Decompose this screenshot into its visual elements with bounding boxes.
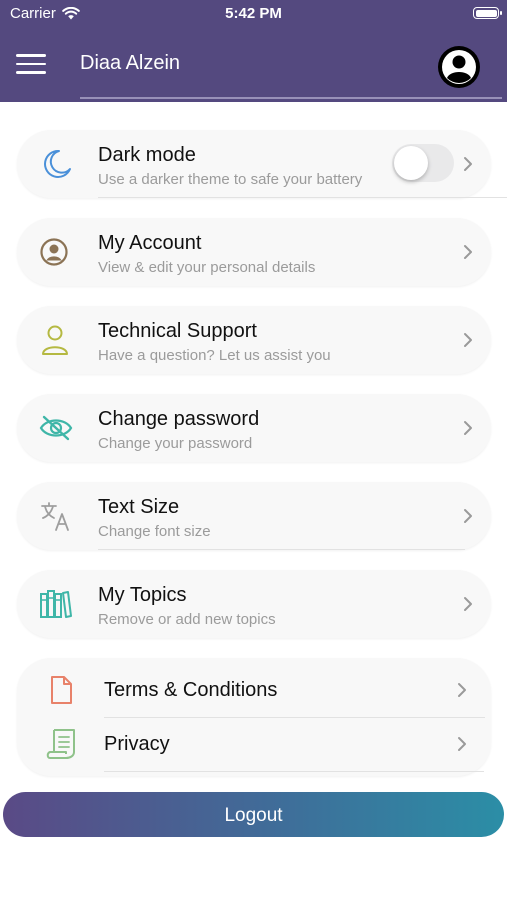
- profile-avatar-icon[interactable]: [437, 45, 481, 89]
- setting-my-topics[interactable]: My Topics Remove or add new topics: [17, 570, 491, 638]
- chevron-right-icon: [464, 597, 472, 611]
- setting-dark-mode[interactable]: Dark mode Use a darker theme to safe you…: [17, 130, 507, 198]
- status-time: 5:42 PM: [225, 5, 282, 22]
- chevron-right-icon: [458, 683, 466, 697]
- app-header: Carrier 5:42 PM Diaa Alzein: [0, 0, 507, 102]
- setting-title: My Account: [98, 232, 202, 254]
- translate-icon: [41, 502, 69, 531]
- divider: [104, 771, 484, 772]
- legal-group: Terms & Conditions Privacy: [17, 658, 491, 776]
- legal-title: Terms & Conditions: [104, 679, 278, 701]
- setting-subtitle: Remove or add new topics: [98, 611, 276, 628]
- chevron-right-icon: [464, 245, 472, 259]
- legal-title: Privacy: [104, 733, 170, 755]
- hamburger-menu-icon[interactable]: [16, 54, 46, 76]
- setting-subtitle: View & edit your personal details: [98, 259, 316, 276]
- chevron-right-icon: [464, 157, 472, 171]
- chevron-right-icon: [464, 421, 472, 435]
- setting-title: Change password: [98, 408, 260, 430]
- document-icon: [51, 676, 72, 704]
- setting-my-account[interactable]: My Account View & edit your personal det…: [17, 218, 491, 286]
- chevron-right-icon: [458, 737, 466, 751]
- setting-title: Text Size: [98, 496, 180, 518]
- battery-icon: [473, 7, 502, 19]
- status-bar: Carrier 5:42 PM: [0, 0, 507, 28]
- logout-button[interactable]: Logout: [3, 792, 504, 837]
- chevron-right-icon: [464, 333, 472, 347]
- moon-icon: [44, 149, 71, 178]
- setting-change-password[interactable]: Change password Change your password: [17, 394, 491, 462]
- divider: [98, 197, 507, 198]
- setting-title: Technical Support: [98, 320, 257, 342]
- setting-technical-support[interactable]: Technical Support Have a question? Let u…: [17, 306, 491, 374]
- legal-item-terms[interactable]: Terms & Conditions: [17, 658, 491, 717]
- legal-item-privacy[interactable]: Privacy: [17, 718, 491, 776]
- setting-subtitle: Use a darker theme to safe your battery: [98, 171, 363, 188]
- dark-mode-toggle[interactable]: [392, 144, 454, 182]
- user-name: Diaa Alzein: [80, 52, 181, 74]
- chevron-right-icon: [464, 509, 472, 523]
- person-icon: [42, 325, 68, 355]
- eye-off-icon: [39, 415, 73, 441]
- divider: [98, 549, 465, 550]
- setting-title: Dark mode: [98, 144, 196, 166]
- setting-text-size[interactable]: Text Size Change font size: [17, 482, 491, 550]
- books-icon: [40, 590, 72, 618]
- setting-subtitle: Change your password: [98, 435, 253, 452]
- setting-subtitle: Change font size: [98, 523, 211, 540]
- account-icon: [40, 238, 68, 266]
- header-divider: [80, 97, 502, 99]
- scroll-icon: [46, 729, 75, 759]
- setting-subtitle: Have a question? Let us assist you: [98, 347, 331, 364]
- setting-title: My Topics: [98, 584, 187, 606]
